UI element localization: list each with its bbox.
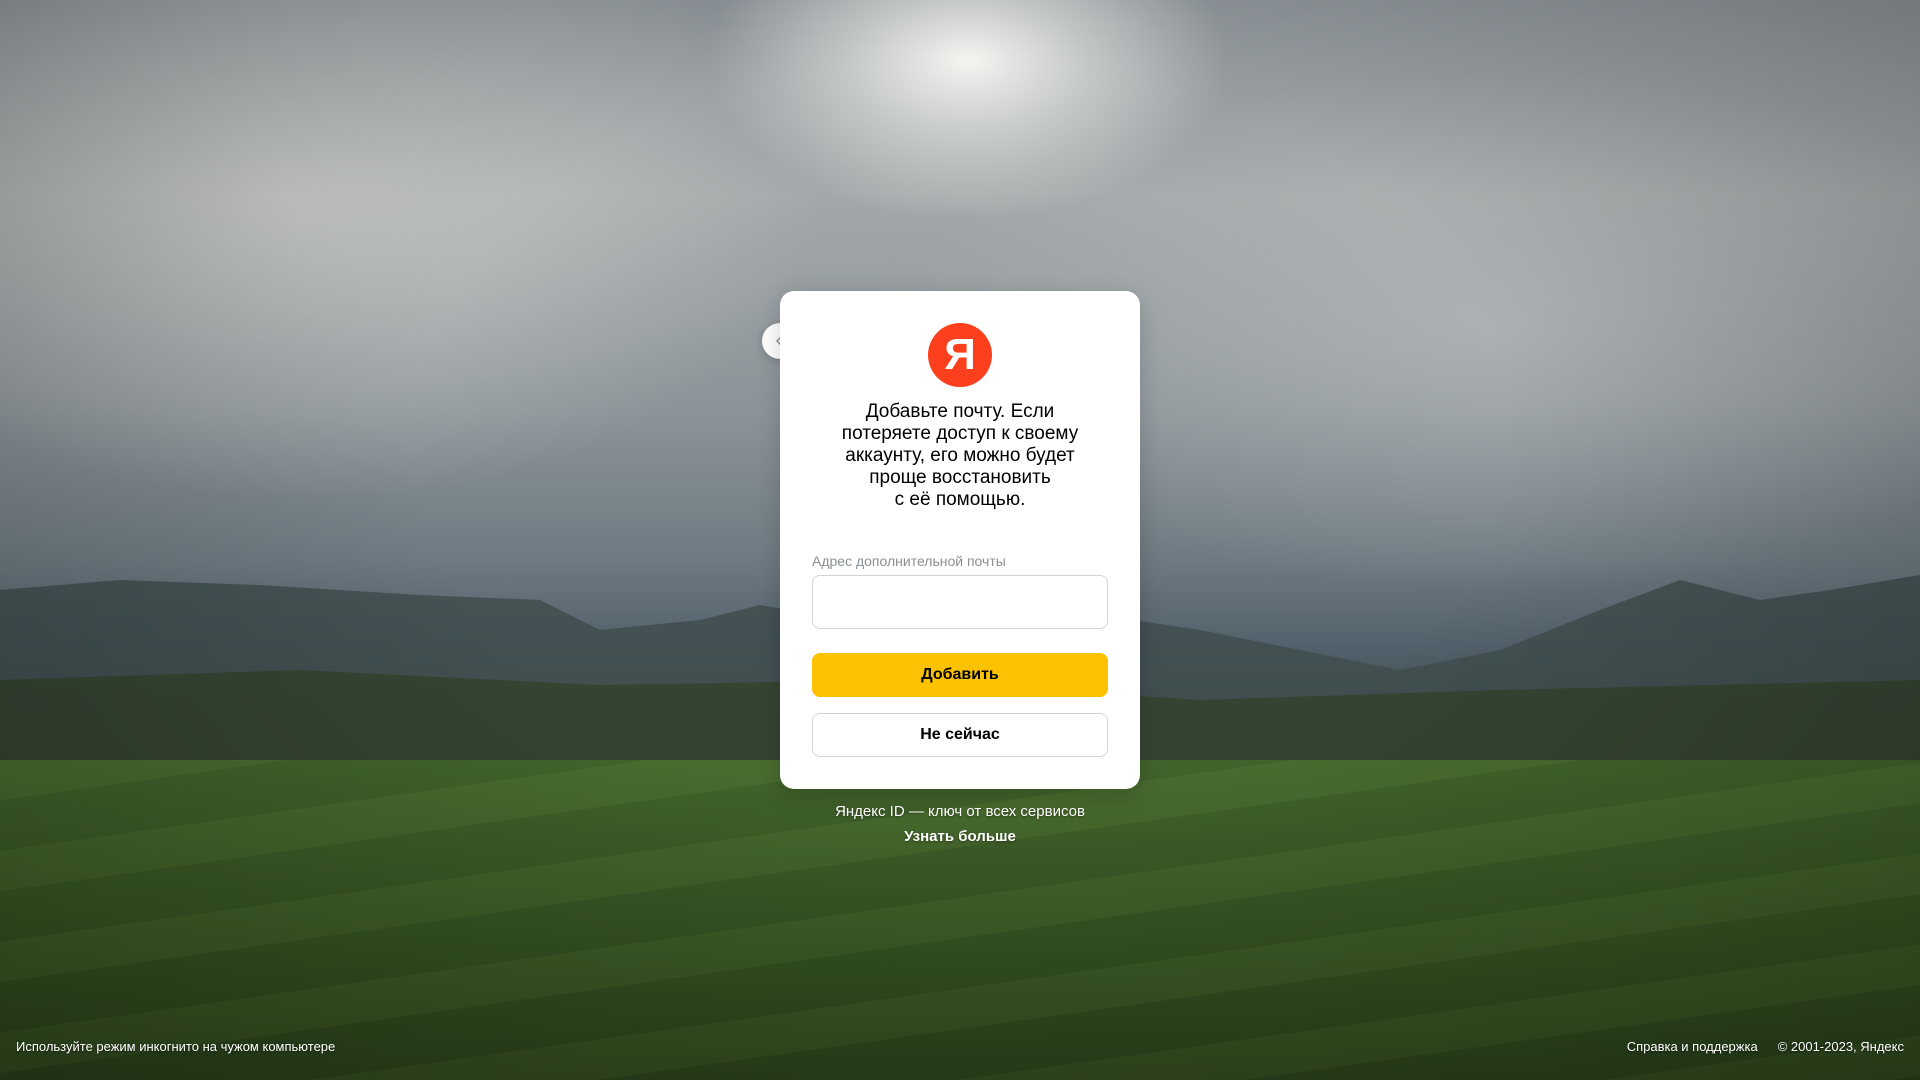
yandex-logo: Я <box>928 323 992 387</box>
dialog-title: Добавьте почту. Если потеряете доступ к … <box>841 401 1079 510</box>
footer-links: Справка и поддержка © 2001-2023, Яндекс <box>1627 1039 1904 1054</box>
not-now-button[interactable]: Не сейчас <box>812 713 1108 757</box>
email-field[interactable] <box>812 575 1108 629</box>
promo-text: Яндекс ID — ключ от всех сервисов <box>835 803 1085 820</box>
yandex-logo-letter: Я <box>944 330 976 379</box>
help-support-link[interactable]: Справка и поддержка <box>1627 1039 1758 1054</box>
incognito-hint-link[interactable]: Используйте режим инкогнито на чужом ком… <box>16 1039 335 1054</box>
add-button[interactable]: Добавить <box>812 653 1108 697</box>
learn-more-link[interactable]: Узнать больше <box>760 828 1160 845</box>
add-email-dialog: Я Добавьте почту. Если потеряете доступ … <box>780 291 1140 789</box>
copyright: © 2001-2023, Яндекс <box>1777 1039 1904 1054</box>
email-field-label: Адрес дополнительной почты <box>812 553 1006 569</box>
